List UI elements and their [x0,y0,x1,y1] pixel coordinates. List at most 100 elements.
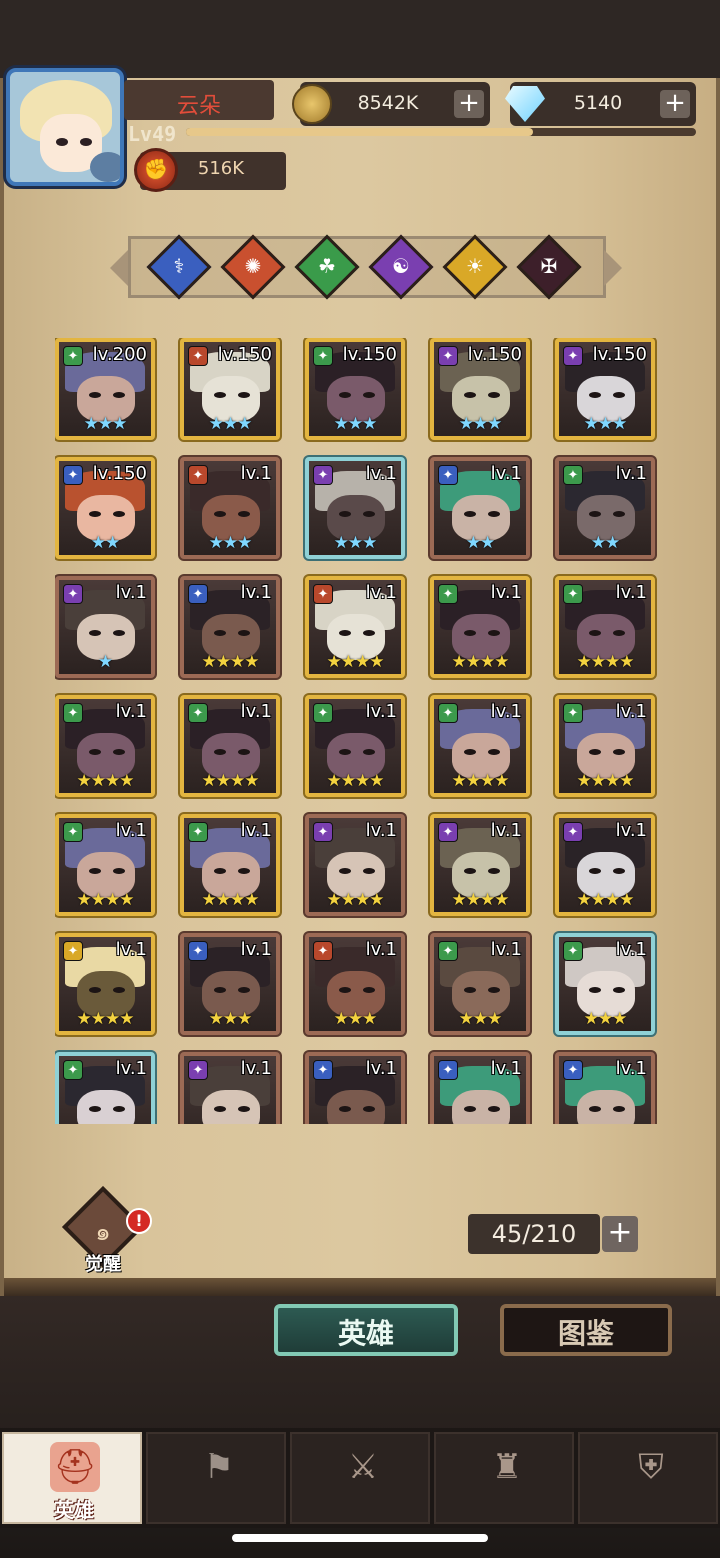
hero-class-icon: ✦ [438,1060,458,1080]
hero-card[interactable]: ✦ lv.150 ★★ [55,457,155,559]
hero-card[interactable]: ✦ lv.1 ★★★ [555,933,655,1035]
hero-card[interactable]: ✦ lv.150 ★★★ [430,338,530,440]
dark-element-filter[interactable]: ✠ [516,234,582,300]
nav-heroes[interactable]: ⛑ 英雄 [2,1432,142,1524]
hero-level: lv.1 [240,820,272,841]
water-element-filter[interactable]: ⚕ [146,234,212,300]
add-gems-button[interactable]: + [660,90,690,118]
hero-stars: ★★★ [208,414,253,434]
hero-level: lv.1 [240,463,272,484]
hero-face [77,1090,135,1124]
hero-eye [464,630,476,636]
player-level: Lv49 [128,122,177,146]
hero-eye [113,630,125,636]
nav-adventure[interactable]: ⚑ [146,1432,286,1524]
hero-card[interactable]: ✦ lv.1 ★★★ [180,457,280,559]
hero-class-icon: ✦ [438,465,458,485]
light-element-filter[interactable]: ☀ [442,234,508,300]
hero-card[interactable]: ✦ lv.1 [55,1052,155,1124]
hero-card[interactable]: ✦ lv.1 ★★★★ [55,933,155,1035]
hero-card[interactable]: ✦ lv.1 ★★★ [305,457,405,559]
expand-capacity-button[interactable]: + [602,1216,638,1252]
hero-eye [488,987,500,993]
hero-class-icon: ✦ [188,822,208,842]
add-gold-button[interactable]: + [454,90,484,118]
hero-card[interactable]: ✦ lv.150 ★★★ [555,338,655,440]
hero-card[interactable]: ✦ lv.1 ★★★★ [555,814,655,916]
nav-guild[interactable]: ⛨ [578,1432,718,1524]
tab-heroes[interactable]: 英雄 [274,1304,458,1356]
hero-card[interactable]: ✦ lv.1 ★★★★ [555,576,655,678]
hero-eye [238,630,250,636]
hero-card[interactable]: ✦ lv.1 ★★★★ [555,695,655,797]
fire-element-filter[interactable]: ✺ [220,234,286,300]
hero-level: lv.1 [115,582,147,603]
hero-card[interactable]: ✦ lv.1 ★★★★ [430,814,530,916]
hero-eye [613,1106,625,1112]
hero-face [202,1090,260,1124]
hero-eye [113,511,125,517]
hero-eye [363,987,375,993]
hero-card[interactable]: ✦ lv.1 ★★★ [430,933,530,1035]
home-indicator [232,1534,488,1542]
hero-card[interactable]: ✦ lv.1 ★★ [555,457,655,559]
shadow-element-filter[interactable]: ☯ [368,234,434,300]
hero-card[interactable]: ✦ lv.1 ★★★★ [305,695,405,797]
hero-card[interactable]: ✦ lv.1 ★★ [430,457,530,559]
hero-card[interactable]: ✦ lv.1 ★ [55,576,155,678]
hero-level: lv.1 [615,582,647,603]
hero-class-icon: ✦ [63,346,83,366]
hero-eye [488,630,500,636]
hero-class-icon: ✦ [563,822,583,842]
hero-eye [464,392,476,398]
hero-card[interactable]: ✦ lv.1 ★★★ [180,933,280,1035]
hero-card[interactable]: ✦ lv.1 ★★★★ [180,576,280,678]
hero-eye [214,868,226,874]
hero-eye [89,868,101,874]
hero-level: lv.1 [240,701,272,722]
filter-left-arrow-icon[interactable] [110,250,128,286]
hero-eye [339,511,351,517]
hero-stars: ★★★★ [201,652,260,672]
hero-stars: ★★★★ [326,652,385,672]
hero-card[interactable]: ✦ lv.1 [555,1052,655,1124]
hero-card[interactable]: ✦ lv.1 ★★★★ [55,695,155,797]
hero-eye [238,392,250,398]
hero-card[interactable]: ✦ lv.1 ★★★★ [180,695,280,797]
nav-battle[interactable]: ⚔ [290,1432,430,1524]
hero-card[interactable]: ✦ lv.1 ★★★★ [430,576,530,678]
hero-card[interactable]: ✦ lv.1 ★★★★ [55,814,155,916]
nav-castle[interactable]: ♜ [434,1432,574,1524]
filter-right-arrow-icon[interactable] [604,250,622,286]
hero-level: lv.1 [615,1058,647,1079]
hero-card[interactable]: ✦ lv.1 ★★★ [305,933,405,1035]
hero-stars: ★★★★ [576,890,635,910]
hero-card[interactable]: ✦ lv.1 ★★★★ [180,814,280,916]
hero-card[interactable]: ✦ lv.1 ★★★★ [430,695,530,797]
hero-card[interactable]: ✦ lv.200 ★★★ [55,338,155,440]
avatar-pet [90,152,120,182]
hero-eye [613,392,625,398]
hero-card[interactable]: ✦ lv.1 ★★★★ [305,576,405,678]
hero-class-icon: ✦ [313,822,333,842]
hero-card[interactable]: ✦ lv.150 ★★★ [180,338,280,440]
hero-card[interactable]: ✦ lv.1 [180,1052,280,1124]
hero-eye [214,749,226,755]
hero-class-icon: ✦ [563,703,583,723]
hero-class-icon: ✦ [313,584,333,604]
hero-card[interactable]: ✦ lv.1 ★★★★ [305,814,405,916]
avatar-eye [80,138,92,146]
nature-element-filter[interactable]: ☘ [294,234,360,300]
hero-class-icon: ✦ [313,941,333,961]
gold-coin-icon [292,84,332,124]
hero-eye [89,511,101,517]
hero-card[interactable]: ✦ lv.1 [430,1052,530,1124]
player-avatar[interactable] [6,68,124,186]
hero-stars: ★★★ [333,414,378,434]
hero-eye [464,987,476,993]
fire-element-icon: ✺ [244,254,262,278]
hero-stars: ★★ [90,533,120,553]
hero-card[interactable]: ✦ lv.150 ★★★ [305,338,405,440]
tab-codex[interactable]: 图鉴 [500,1304,672,1356]
hero-card[interactable]: ✦ lv.1 [305,1052,405,1124]
